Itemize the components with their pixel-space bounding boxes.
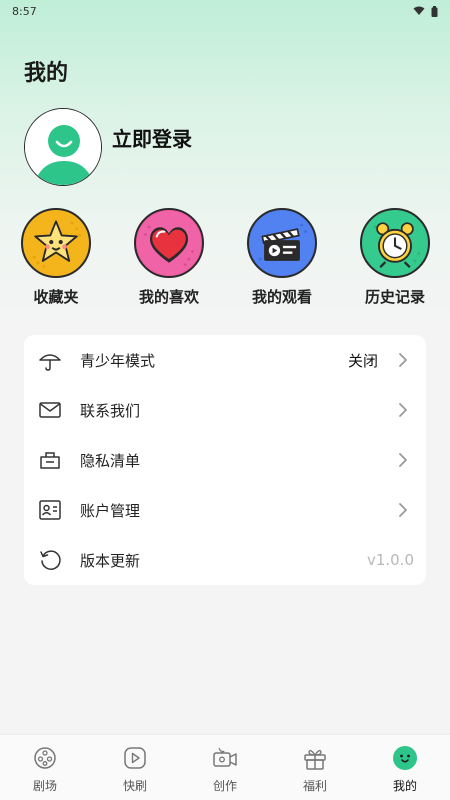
tab-welfare[interactable]: 福利 [270, 735, 360, 800]
chevron-right-icon [399, 353, 407, 367]
settings-row-label: 账户管理 [80, 501, 141, 520]
settings-row-privacy[interactable]: 隐私清单 [24, 435, 426, 485]
tab-theater[interactable]: 剧场 [0, 735, 90, 800]
settings-row-label: 联系我们 [80, 401, 141, 420]
tab-create[interactable]: 创作 [180, 735, 270, 800]
chevron-right-icon [399, 503, 407, 517]
heart-icon [134, 208, 204, 278]
tab-mine[interactable]: 我的 [360, 735, 450, 800]
film-reel-icon [34, 747, 56, 769]
shortcut-favorites[interactable]: 收藏夹 [6, 208, 106, 307]
umbrella-icon [39, 354, 61, 371]
shortcut-watched-label: 我的观看 [251, 288, 312, 306]
tab-quick-watch[interactable]: 快刷 [90, 735, 180, 800]
status-time: 8:57 [12, 4, 37, 18]
chevron-right-icon [399, 453, 407, 467]
shortcut-history[interactable]: 历史记录 [345, 208, 445, 307]
tab-label: 我的 [392, 779, 417, 793]
avatar[interactable] [24, 108, 102, 186]
tab-label: 剧场 [32, 779, 57, 793]
shortcut-likes[interactable]: 我的喜欢 [119, 208, 219, 307]
gift-icon [304, 749, 326, 770]
default-avatar-icon [25, 109, 101, 185]
tab-label: 福利 [302, 779, 327, 793]
shortcut-history-label: 历史记录 [364, 288, 425, 306]
shortcut-watched[interactable]: 我的观看 [232, 208, 332, 307]
settings-row-teen-mode[interactable]: 青少年模式 关闭 [24, 335, 426, 385]
status-bar: 8:57 [0, 0, 450, 22]
settings-row-account[interactable]: 账户管理 [24, 485, 426, 535]
clapperboard-icon [247, 208, 317, 278]
status-icons [413, 5, 438, 17]
settings-row-version[interactable]: 版本更新 v1.0.0 [24, 535, 426, 585]
login-button[interactable]: 立即登录 [112, 123, 192, 152]
wifi-icon [413, 6, 425, 15]
tab-label: 创作 [212, 779, 237, 793]
settings-row-label: 隐私清单 [80, 451, 141, 470]
account-card-icon [39, 500, 61, 520]
settings-row-label: 青少年模式 [80, 351, 156, 370]
shortcut-row: 收藏夹 我的喜欢 我的观看 历史记录 [0, 208, 450, 318]
camera-create-icon [213, 747, 237, 767]
face-icon [393, 746, 417, 770]
refresh-icon [40, 550, 61, 570]
star-icon [21, 208, 91, 278]
shortcut-likes-label: 我的喜欢 [138, 288, 199, 306]
settings-row-label: 版本更新 [80, 551, 141, 570]
settings-row-contact[interactable]: 联系我们 [24, 385, 426, 435]
mail-icon [39, 402, 61, 418]
settings-card: 青少年模式 关闭 联系我们 隐私清单 账户管理 版本更新 v1.0.0 [24, 335, 426, 585]
teen-mode-status: 关闭 [347, 351, 378, 370]
page-title: 我的 [24, 61, 69, 86]
tab-label: 快刷 [122, 779, 147, 793]
app-version: v1.0.0 [366, 551, 414, 569]
alarm-clock-icon [360, 208, 430, 278]
privacy-list-icon [40, 452, 60, 469]
chevron-right-icon [399, 403, 407, 417]
bottom-tab-bar: 剧场 快刷 创作 福利 我的 [0, 734, 450, 800]
battery-icon [431, 5, 438, 17]
play-icon [124, 747, 146, 769]
shortcut-favorites-label: 收藏夹 [33, 288, 79, 306]
